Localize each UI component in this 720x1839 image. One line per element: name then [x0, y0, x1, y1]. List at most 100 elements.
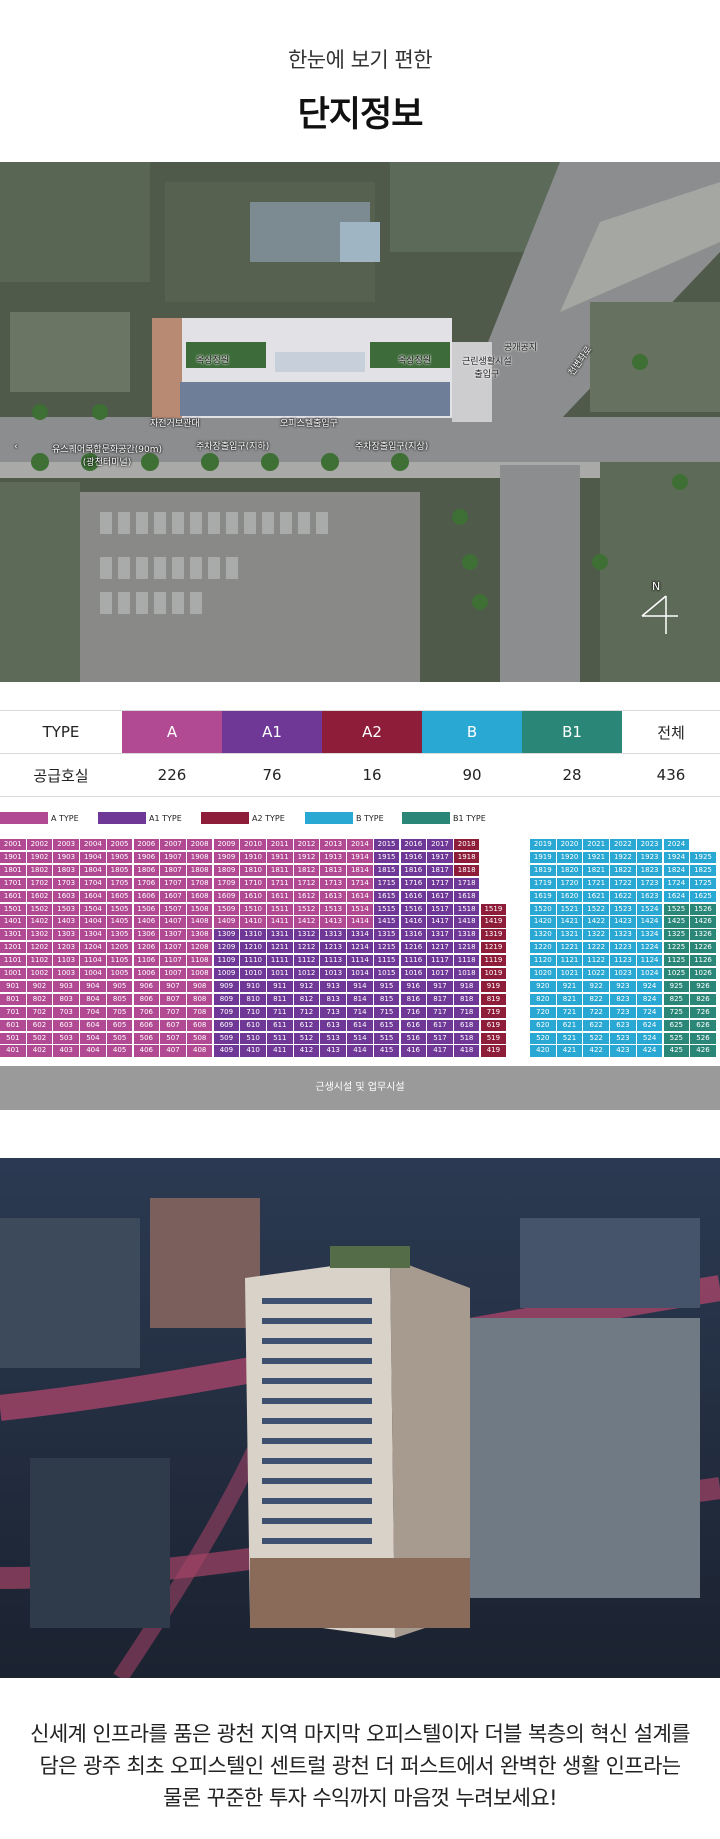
legend-label: A TYPE [51, 813, 79, 823]
unit-cell: 723 [610, 1006, 636, 1018]
unit-cell: 1520 [530, 903, 556, 915]
unit-cell: 1509 [213, 903, 240, 915]
unit-cell: 2012 [293, 839, 320, 851]
unit-cell: 1324 [636, 929, 663, 941]
unit-cell: 1020 [530, 968, 556, 980]
type-total-label: 전체 [622, 710, 720, 754]
unit-cell: 902 [26, 980, 53, 993]
unit-cell: 2010 [240, 839, 266, 851]
unit-cell: 901 [0, 980, 26, 993]
unit-cell: 1521 [556, 903, 583, 915]
unit-cell: 720 [530, 1006, 556, 1018]
unit-cell: 620 [530, 1019, 556, 1031]
unit-cell: 1922 [610, 851, 636, 864]
unit-cell: 1925 [690, 851, 716, 864]
unit-cell: 1811 [267, 864, 293, 876]
unit-cell: 1815 [373, 864, 400, 876]
unit-cell: 1024 [636, 968, 663, 980]
unit-cell: 717 [427, 1006, 453, 1018]
unit-cell: 1810 [240, 864, 266, 876]
unit-cell: 819 [480, 993, 507, 1005]
unit-cell: 1702 [26, 877, 53, 889]
unit-cell: 2021 [583, 839, 609, 851]
unit-cell: 425 [663, 1045, 690, 1057]
unit-cell: 1619 [530, 890, 556, 902]
unit-cell: 1712 [293, 877, 320, 889]
unit-cell: 711 [267, 1006, 293, 1018]
unit-cell: 608 [186, 1019, 213, 1031]
unit-cell: 1326 [690, 929, 716, 941]
type-a2-label: A2 [322, 710, 422, 754]
map-label-bicycle-storage: 자전거보관대 [150, 419, 200, 429]
unit-cell: 1416 [400, 916, 427, 928]
unit-cell: 622 [583, 1019, 609, 1031]
unit-cell: 1912 [293, 851, 320, 864]
unit-cell: 1601 [0, 890, 26, 902]
unit-cell: 1009 [213, 968, 240, 980]
unit-cell: 1625 [690, 890, 716, 902]
unit-cell: 2015 [373, 839, 400, 851]
unit-cell: 1221 [556, 942, 583, 954]
unit-cell: 1517 [427, 903, 453, 915]
unit-cell: 1921 [583, 851, 609, 864]
unit-cell: 621 [556, 1019, 583, 1031]
unit-cell: 1503 [53, 903, 79, 915]
unit-cell: 801 [0, 993, 26, 1005]
unit-cell: 602 [26, 1019, 53, 1031]
unit-cell: 1214 [347, 942, 373, 954]
unit-cell: 413 [320, 1045, 346, 1057]
unit-cell: 1817 [427, 864, 453, 876]
unit-cell: 1515 [373, 903, 400, 915]
unit-cell: 1208 [186, 942, 213, 954]
unit-cell: 516 [400, 1032, 427, 1044]
unit-cell: 1525 [663, 903, 690, 915]
unit-cell: 1703 [53, 877, 79, 889]
unit-cell: 1717 [427, 877, 453, 889]
unit-cell: 904 [80, 980, 106, 993]
unit-cell: 2013 [320, 839, 346, 851]
unit-cell: 1903 [53, 851, 79, 864]
unit-cell: 2017 [427, 839, 453, 851]
unit-cell: 1212 [293, 942, 320, 954]
unit-cell: 2016 [400, 839, 427, 851]
unit-cell: 1210 [240, 942, 266, 954]
unit-cell: 1621 [583, 890, 609, 902]
unit-cell: 2014 [347, 839, 373, 851]
unit-cell: 1312 [293, 929, 320, 941]
unit-cell: 1519 [480, 903, 507, 915]
unit-cell: 601 [0, 1019, 26, 1031]
unit-cell: 1902 [26, 851, 53, 864]
unit-cell: 1410 [240, 916, 266, 928]
unit-cell: 1709 [213, 877, 240, 889]
unit-cell: 1113 [320, 955, 346, 967]
unit-cell: 1218 [453, 942, 480, 954]
unit-cell: 1919 [530, 851, 556, 864]
unit-cell: 1802 [26, 864, 53, 876]
type-header-label: TYPE [0, 710, 122, 754]
unit-cell: 1022 [583, 968, 609, 980]
unit-cell: 1204 [80, 942, 106, 954]
unit-cell: 724 [636, 1006, 663, 1018]
unit-cell: 1818 [453, 864, 480, 876]
unit-cell: 1014 [347, 968, 373, 980]
unit-cell: 1721 [583, 877, 609, 889]
unit-cell: 1125 [663, 955, 690, 967]
unit-cell: 1613 [320, 890, 346, 902]
unit-cell: 1506 [133, 903, 160, 915]
unit-cell: 1816 [400, 864, 427, 876]
unit-cell: 1602 [26, 890, 53, 902]
unit-cell: 1303 [53, 929, 79, 941]
unit-cell: 1122 [583, 955, 609, 967]
unit-cell: 1407 [160, 916, 186, 928]
compass-icon [641, 595, 678, 634]
unit-cell: 1114 [347, 955, 373, 967]
unit-cell: 1909 [213, 851, 240, 864]
unit-cell: 713 [320, 1006, 346, 1018]
unit-cell: 1402 [26, 916, 53, 928]
unit-cell: 802 [26, 993, 53, 1005]
unit-cell: 1325 [663, 929, 690, 941]
unit-cell: 924 [636, 980, 663, 993]
unit-cell: 1417 [427, 916, 453, 928]
unit-cell: 1801 [0, 864, 26, 876]
type-b1-count: 28 [522, 753, 622, 797]
